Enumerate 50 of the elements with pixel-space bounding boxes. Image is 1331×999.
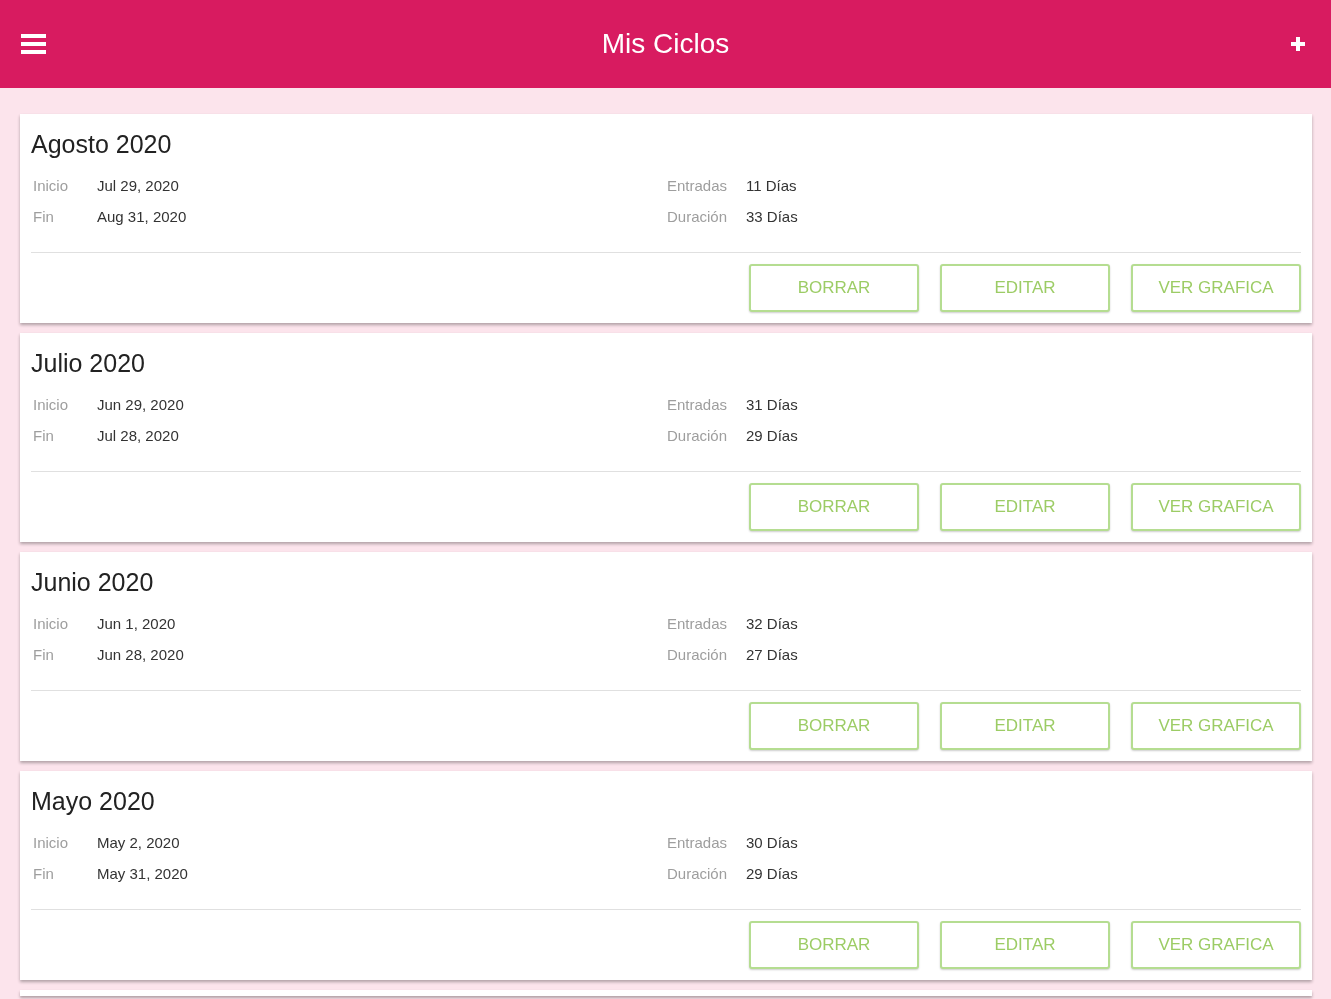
field-value: May 2, 2020 bbox=[97, 834, 180, 851]
field-value: 32 Días bbox=[746, 615, 798, 632]
action-button[interactable]: VER GRAFICA bbox=[1131, 921, 1301, 969]
field-label: Entradas bbox=[667, 177, 729, 194]
action-button[interactable]: BORRAR bbox=[749, 483, 919, 531]
field-label: Inicio bbox=[33, 615, 70, 632]
cycle-title: Julio 2020 bbox=[31, 348, 146, 379]
action-button[interactable]: EDITAR bbox=[940, 264, 1110, 312]
field-label: Duración bbox=[667, 865, 729, 882]
cycle-title: Agosto 2020 bbox=[31, 129, 173, 160]
field-label: Duración bbox=[667, 208, 729, 225]
action-button[interactable]: EDITAR bbox=[940, 921, 1110, 969]
menu-icon[interactable] bbox=[20, 31, 46, 57]
field-label: Entradas bbox=[667, 615, 729, 632]
field-label: Duración bbox=[667, 646, 729, 663]
action-button[interactable]: VER GRAFICA bbox=[1131, 702, 1301, 750]
cycle-title: Mayo 2020 bbox=[31, 786, 156, 817]
field-value: 33 Días bbox=[746, 208, 798, 225]
action-button[interactable]: EDITAR bbox=[940, 483, 1110, 531]
field-value: Jul 28, 2020 bbox=[97, 427, 179, 444]
cycle-title: Junio 2020 bbox=[31, 567, 155, 598]
action-button[interactable]: BORRAR bbox=[749, 264, 919, 312]
field-label: Duración bbox=[667, 427, 729, 444]
field-label: Fin bbox=[33, 646, 55, 663]
action-button[interactable]: BORRAR bbox=[749, 702, 919, 750]
field-label: Inicio bbox=[33, 834, 70, 851]
field-value: 29 Días bbox=[746, 865, 798, 882]
field-value: Jul 29, 2020 bbox=[97, 177, 179, 194]
field-label: Fin bbox=[33, 427, 55, 444]
field-label: Inicio bbox=[33, 177, 70, 194]
action-button[interactable]: VER GRAFICA bbox=[1131, 264, 1301, 312]
field-value: 27 Días bbox=[746, 646, 798, 663]
field-value: Jun 29, 2020 bbox=[97, 396, 184, 413]
field-value: 30 Días bbox=[746, 834, 798, 851]
field-label: Fin bbox=[33, 865, 55, 882]
field-label: Inicio bbox=[33, 396, 70, 413]
action-button[interactable]: EDITAR bbox=[940, 702, 1110, 750]
field-value: May 31, 2020 bbox=[97, 865, 188, 882]
field-value: Jun 28, 2020 bbox=[97, 646, 184, 663]
field-value: Aug 31, 2020 bbox=[97, 208, 187, 225]
field-label: Entradas bbox=[667, 396, 729, 413]
field-value: 31 Días bbox=[746, 396, 798, 413]
field-label: Fin bbox=[33, 208, 55, 225]
field-value: Jun 1, 2020 bbox=[97, 615, 176, 632]
action-button[interactable]: VER GRAFICA bbox=[1131, 483, 1301, 531]
field-value: 11 Días bbox=[746, 177, 797, 194]
action-button[interactable]: BORRAR bbox=[749, 921, 919, 969]
field-value: 29 Días bbox=[746, 427, 798, 444]
field-label: Entradas bbox=[667, 834, 729, 851]
page-title: Mis Ciclos bbox=[601, 28, 730, 60]
